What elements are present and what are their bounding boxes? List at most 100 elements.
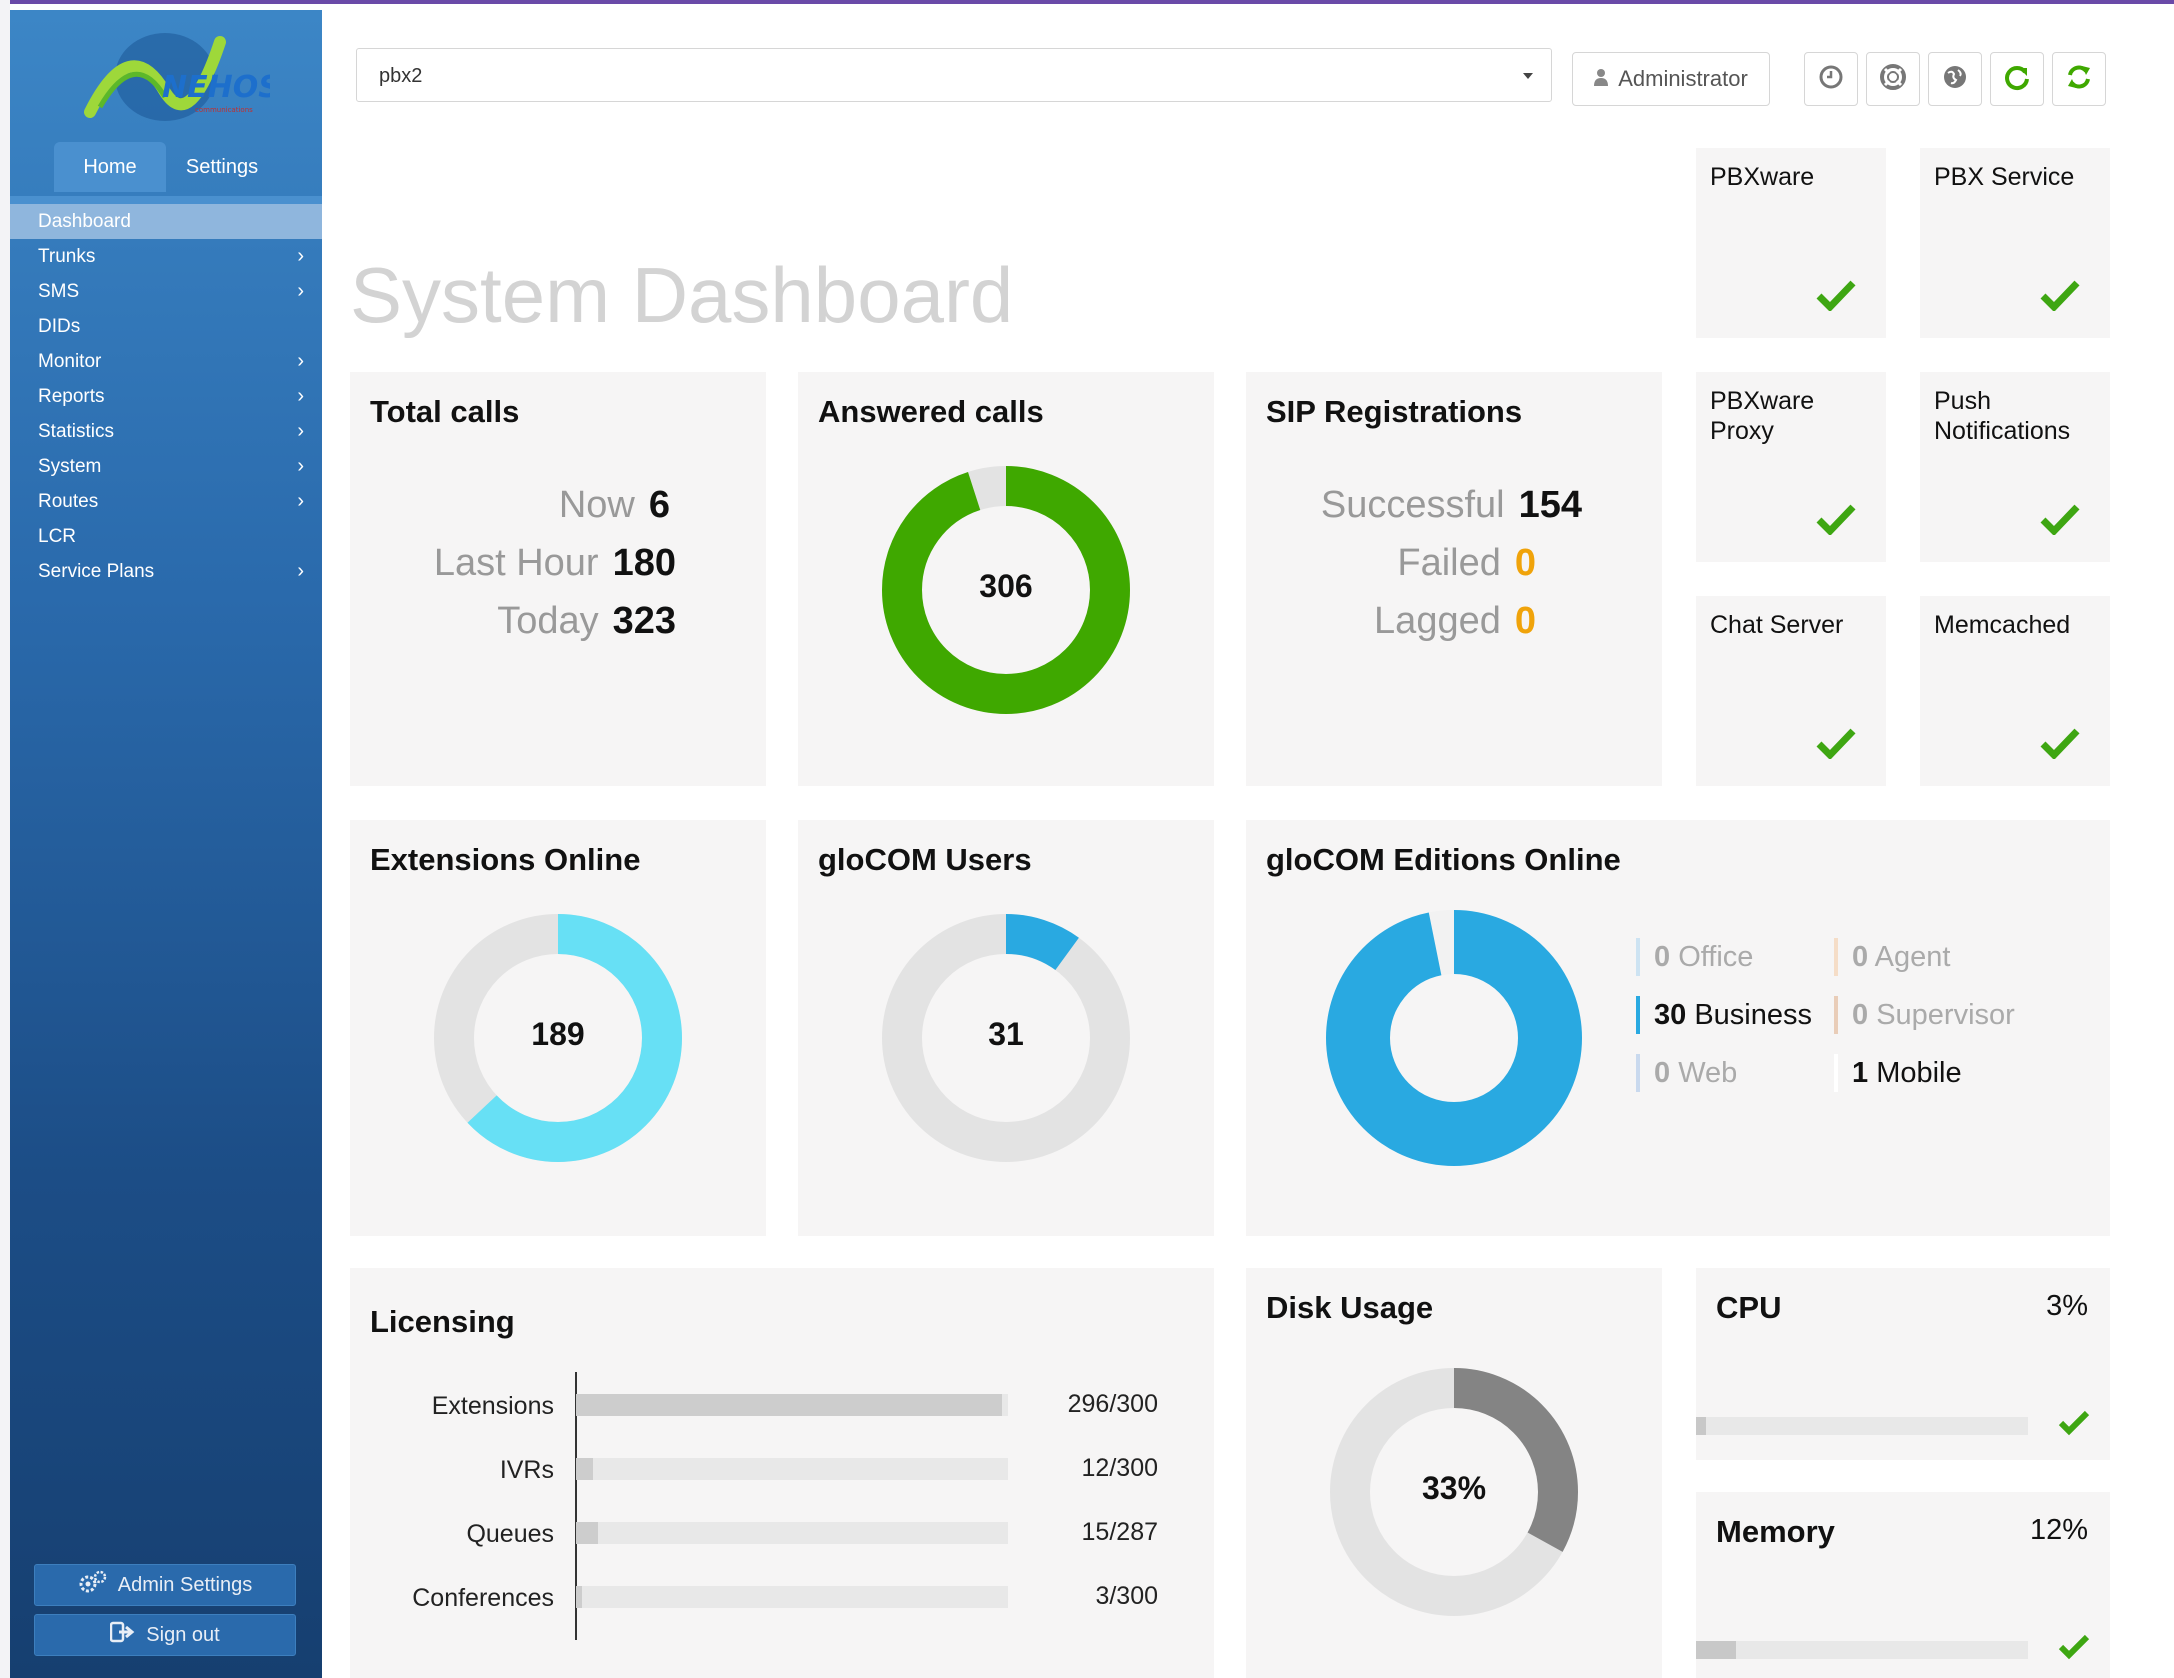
edition-count: 1 <box>1852 1057 1869 1089</box>
chevron-right-icon: › <box>297 490 304 512</box>
service-card-chat-server: Chat Server <box>1696 596 1886 786</box>
user-label: Administrator <box>1618 66 1748 91</box>
service-label: PBX Service <box>1934 163 2075 191</box>
check-icon <box>2040 727 2080 764</box>
check-icon <box>1816 279 1856 316</box>
sidebar-item-label: Monitor <box>38 351 102 372</box>
license-bar-fill <box>576 1586 583 1608</box>
edition-label: Agent <box>1874 941 1951 973</box>
sidebar-item-reports[interactable]: Reports › <box>10 379 322 414</box>
cpu-bar <box>1696 1417 2028 1435</box>
sidebar-item-routes[interactable]: Routes › <box>10 484 322 519</box>
license-bar-fill <box>576 1458 594 1480</box>
edition-count: 30 <box>1654 999 1687 1031</box>
chevron-right-icon: › <box>297 420 304 442</box>
service-card-pbxware: PBXware <box>1696 148 1886 338</box>
tab-home[interactable]: Home <box>54 142 166 192</box>
card-title: Answered calls <box>818 394 1044 429</box>
server-select[interactable]: pbx2 <box>356 48 1552 102</box>
globe-icon <box>1942 64 1968 95</box>
reload-icon <box>2003 63 2031 96</box>
license-label: Extensions <box>431 1392 554 1420</box>
service-card-pbxware-proxy: PBXware Proxy <box>1696 372 1886 562</box>
edition-count: 0 <box>1654 941 1671 973</box>
window-top-border <box>0 0 2174 10</box>
service-label: PBXware <box>1710 163 1815 191</box>
admin-settings-button[interactable]: Admin Settings <box>34 1564 296 1606</box>
stat-label: Now <box>558 484 635 526</box>
total-calls-card: Total calls Now 6 Last Hour 180 Today 323 <box>350 372 766 786</box>
sidebar-item-label: SMS <box>38 281 80 302</box>
card-title: Extensions Online <box>370 842 641 877</box>
stat-value: 154 <box>1518 484 1582 526</box>
sidebar-item-service-plans[interactable]: Service Plans › <box>10 554 322 589</box>
donut-value: 189 <box>531 1016 585 1052</box>
answered-calls-card: Answered calls 306 <box>798 372 1214 786</box>
sidebar-item-label: Dashboard <box>38 211 131 232</box>
tab-settings[interactable]: Settings <box>166 142 278 192</box>
brand-logo[interactable]: NEHOS communications <box>70 22 280 132</box>
chevron-right-icon: › <box>297 280 304 302</box>
edition-count: 0 <box>1852 999 1869 1031</box>
help-button[interactable] <box>1866 52 1920 106</box>
gears-icon <box>78 1570 108 1600</box>
donut-arc-business <box>1326 910 1582 1166</box>
sidebar-item-lcr[interactable]: LCR <box>10 519 322 554</box>
page-title: System Dashboard <box>350 251 1014 339</box>
stat-row: Now 6 <box>559 484 670 527</box>
reload-button[interactable] <box>1990 52 2044 106</box>
license-bar-fill <box>576 1522 599 1544</box>
user-icon <box>1594 66 1609 92</box>
sidebar-item-label: Routes <box>38 491 99 512</box>
clock-button[interactable] <box>1804 52 1858 106</box>
disk-usage-card: Disk Usage 33% <box>1246 1268 1662 1678</box>
donut-value: 31 <box>988 1016 1024 1052</box>
sidebar-nav: Dashboard Trunks › SMS › DIDs Monitor › Rep… <box>10 196 322 589</box>
service-card-push-notifications: Push Notifications <box>1920 372 2110 562</box>
edition-label: Business <box>1694 999 1812 1031</box>
check-icon <box>2040 503 2080 540</box>
license-bar-fill <box>576 1394 1003 1416</box>
stat-row: Today 323 <box>497 600 676 643</box>
sip-registrations-card: SIP Registrations Successful 154 Failed 0 … <box>1246 372 1662 786</box>
edition-business: 30 Business <box>1636 996 1812 1034</box>
card-title: SIP Registrations <box>1266 394 1523 429</box>
user-menu-button[interactable]: Administrator <box>1572 52 1770 106</box>
license-value: 296/300 <box>1067 1390 1158 1418</box>
check-icon <box>1816 503 1856 540</box>
sidebar-item-label: System <box>38 456 102 477</box>
service-card-pbx-service: PBX Service <box>1920 148 2110 338</box>
stat-value: 0 <box>1514 542 1536 584</box>
service-label: PBXware Proxy <box>1710 387 1815 445</box>
language-button[interactable] <box>1928 52 1982 106</box>
sidebar-item-dashboard[interactable]: Dashboard <box>10 204 322 239</box>
card-title: CPU <box>1716 1290 1782 1325</box>
license-bar <box>576 1586 1008 1608</box>
stat-label: Lagged <box>1374 600 1501 642</box>
check-icon <box>2058 1634 2090 1665</box>
cpu-bar-fill <box>1696 1417 1706 1435</box>
license-value: 3/300 <box>1095 1582 1158 1610</box>
server-select-value: pbx2 <box>379 65 423 87</box>
check-icon <box>2058 1410 2090 1441</box>
license-bar <box>576 1394 1008 1416</box>
memory-value: 12% <box>2029 1514 2088 1546</box>
sidebar-item-monitor[interactable]: Monitor › <box>10 344 322 379</box>
license-label: Conferences <box>412 1584 554 1612</box>
stat-row: Failed 0 <box>1397 542 1536 585</box>
svg-text:communications: communications <box>195 106 253 114</box>
cpu-value: 3% <box>2046 1290 2088 1322</box>
caret-down-icon <box>1523 73 1533 79</box>
service-label: Push Notifications <box>1934 387 2071 445</box>
chevron-right-icon: › <box>297 385 304 407</box>
lifebuoy-icon <box>1879 63 1907 96</box>
sidebar-item-dids[interactable]: DIDs <box>10 309 322 344</box>
sidebar-item-sms[interactable]: SMS › <box>10 274 322 309</box>
sign-out-button[interactable]: Sign out <box>34 1614 296 1656</box>
sidebar-item-trunks[interactable]: Trunks › <box>10 239 322 274</box>
sidebar-item-system[interactable]: System › <box>10 449 322 484</box>
edition-label: Supervisor <box>1876 999 2015 1031</box>
sidebar-item-statistics[interactable]: Statistics › <box>10 414 322 449</box>
sync-button[interactable] <box>2052 52 2106 106</box>
extensions-online-card: Extensions Online 189 <box>350 820 766 1236</box>
